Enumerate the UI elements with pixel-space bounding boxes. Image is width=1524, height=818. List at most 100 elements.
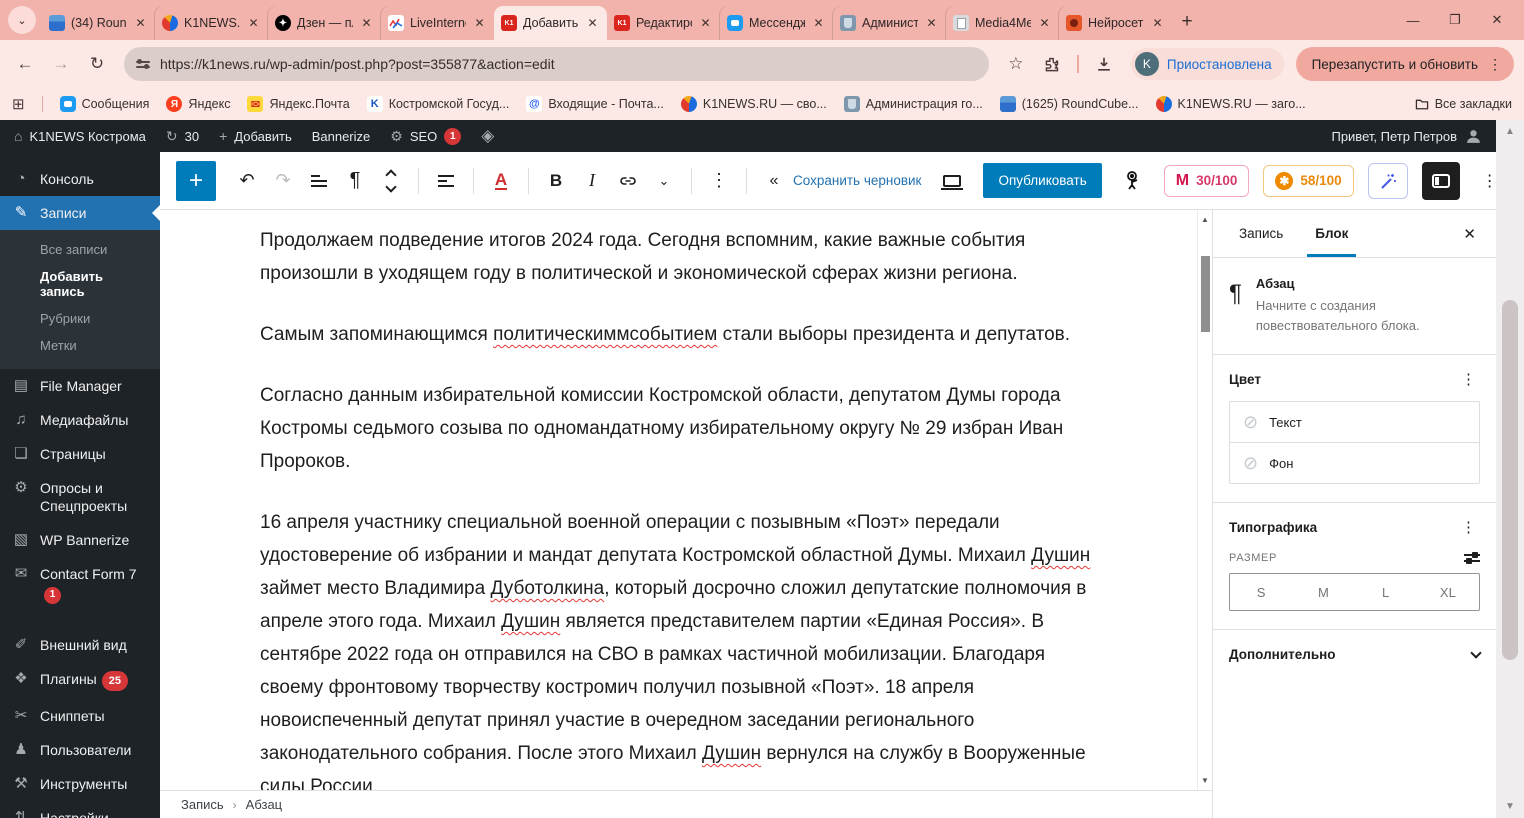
browser-menu-icon[interactable]: ⋮: [1488, 56, 1502, 73]
scroll-down-icon[interactable]: ▼: [1496, 801, 1524, 812]
bookmark-item-5[interactable]: @ Входящие - Почта...: [526, 96, 664, 112]
background-color-row[interactable]: ⊘ Фон: [1230, 442, 1479, 483]
bookmark-item-2[interactable]: Я Яндекс: [166, 96, 230, 112]
publish-button[interactable]: Опубликовать: [983, 163, 1102, 198]
tab-close-icon[interactable]: ✕: [133, 16, 148, 30]
all-bookmarks-button[interactable]: Все закладки: [1415, 97, 1512, 111]
font-size-m[interactable]: M: [1292, 574, 1354, 610]
browser-tab-9[interactable]: Media4Me ✕: [946, 6, 1059, 40]
align-icon[interactable]: [429, 163, 463, 199]
settings-panel-toggle[interactable]: [1421, 161, 1460, 200]
browser-tab-2[interactable]: K1NEWS.R ✕: [155, 6, 268, 40]
scrollbar-thumb[interactable]: [1502, 300, 1518, 660]
size-settings-icon[interactable]: [1464, 552, 1480, 565]
bookmark-item-6[interactable]: K1NEWS.RU — сво...: [680, 96, 827, 112]
sidebar-item-страницы[interactable]: ❏ Страницы: [0, 437, 160, 471]
site-controls-icon[interactable]: [136, 58, 150, 69]
browser-tab-3[interactable]: ✦ Дзен — пл ✕: [268, 6, 381, 40]
paragraph-block-icon[interactable]: ¶: [338, 163, 372, 199]
sidebar-item-пользователи[interactable]: ♟ Пользователи: [0, 733, 160, 767]
post-content[interactable]: Продолжаем подведение итогов 2024 года. …: [160, 210, 1197, 790]
bookmark-item-9[interactable]: K1NEWS.RU — заго...: [1155, 96, 1306, 112]
close-icon[interactable]: ✕: [1453, 225, 1486, 243]
sidebar-item-плагины[interactable]: ❖ Плагины 25: [0, 662, 160, 699]
font-size-xl[interactable]: XL: [1417, 574, 1479, 610]
submenu-item-метки[interactable]: Метки: [0, 332, 160, 359]
profile-chip[interactable]: K Приостановлена: [1130, 48, 1284, 80]
diamond-icon[interactable]: ◈: [481, 126, 494, 146]
sidebar-item-contact-form-7[interactable]: ✉ Contact Form 71: [0, 557, 160, 612]
sidebar-item-wp-bannerize[interactable]: ▧ WP Bannerize: [0, 523, 160, 557]
document-overview-icon[interactable]: [302, 163, 336, 199]
magic-wand-button[interactable]: [1367, 162, 1408, 199]
sidebar-item-сниппеты[interactable]: ✂ Сниппеты: [0, 699, 160, 733]
tab-close-icon[interactable]: ✕: [924, 16, 939, 30]
more-formatting-chevron-icon[interactable]: ⌄: [647, 163, 681, 199]
browser-tab-6[interactable]: K1 Редактиро ✕: [607, 6, 720, 40]
font-size-l[interactable]: L: [1355, 574, 1417, 610]
tab-close-icon[interactable]: ✕: [472, 16, 487, 30]
scroll-up-icon[interactable]: ▲: [1198, 215, 1212, 224]
bookmark-item-8[interactable]: (1625) RoundCube...: [999, 96, 1139, 112]
sidebar-item-консоль[interactable]: ◔ Консоль: [0, 162, 160, 196]
color-options-icon[interactable]: ⋮: [1457, 370, 1480, 388]
tab-close-icon[interactable]: ✕: [246, 16, 261, 30]
browser-tab-4[interactable]: LiveInterne ✕: [381, 6, 494, 40]
restore-button[interactable]: ❐: [1434, 12, 1476, 28]
save-draft-button[interactable]: Сохранить черновик: [793, 173, 921, 188]
link-icon[interactable]: [611, 163, 645, 199]
sidebar-item-медиафайлы[interactable]: ♫ Медиафайлы: [0, 403, 160, 437]
sidebar-item-инструменты[interactable]: ⚒ Инструменты: [0, 767, 160, 801]
redo-icon[interactable]: ↷: [266, 163, 300, 199]
submenu-item-все-записи[interactable]: Все записи: [0, 236, 160, 263]
sidebar-item-внешний-вид[interactable]: ✐ Внешний вид: [0, 628, 160, 662]
sidebar-item-file-manager[interactable]: ▤ File Manager: [0, 369, 160, 403]
text-color-icon[interactable]: A: [484, 163, 518, 199]
url-text[interactable]: https://k1news.ru/wp-admin/post.php?post…: [160, 56, 555, 72]
browser-tab-8[interactable]: Админист ✕: [833, 6, 946, 40]
move-block-icon[interactable]: [374, 163, 408, 199]
browser-tab-1[interactable]: (34) Round ✕: [42, 6, 155, 40]
scroll-up-icon[interactable]: ▲: [1496, 126, 1524, 137]
typography-options-icon[interactable]: ⋮: [1457, 518, 1480, 536]
back-icon[interactable]: ←: [10, 49, 40, 79]
tab-close-icon[interactable]: ✕: [585, 16, 600, 30]
minimize-button[interactable]: —: [1392, 13, 1434, 28]
sidebar-item-опросы-и-спецпроекты[interactable]: ⚙ Опросы и Спецпроекты: [0, 471, 160, 523]
paragraph-2[interactable]: Самым запоминающимся политическиммсобыти…: [260, 318, 1098, 351]
address-bar[interactable]: https://k1news.ru/wp-admin/post.php?post…: [124, 47, 989, 81]
bold-icon[interactable]: B: [539, 163, 573, 199]
admin-bar-account[interactable]: Привет, Петр Петров: [1331, 128, 1482, 145]
browser-tab-7[interactable]: Мессендж ✕: [720, 6, 833, 40]
restart-update-button[interactable]: Перезапустить и обновить ⋮: [1295, 47, 1514, 81]
spyglass-person-icon[interactable]: [1116, 163, 1150, 199]
extensions-puzzle-icon[interactable]: [1037, 49, 1067, 79]
browser-tab-10[interactable]: Нейросет ✕: [1059, 6, 1172, 40]
browser-tab-5[interactable]: K1 Добавить ✕: [494, 6, 607, 40]
submenu-item-добавить-запись[interactable]: Добавить запись: [0, 263, 160, 305]
admin-bar-seo[interactable]: ⚙ SEO 1: [390, 127, 462, 145]
tab-close-icon[interactable]: ✕: [1037, 16, 1052, 30]
scroll-down-icon[interactable]: ▼: [1198, 776, 1212, 785]
paragraph-1[interactable]: Продолжаем подведение итогов 2024 года. …: [260, 224, 1098, 290]
seo-score-badge[interactable]: ✱ 58/100: [1263, 164, 1354, 197]
bookmark-item-1[interactable]: Сообщения: [59, 96, 149, 112]
breadcrumb-post[interactable]: Запись: [181, 797, 224, 812]
admin-bar-updates[interactable]: ↻ 30: [166, 128, 199, 145]
block-inserter-button[interactable]: +: [176, 160, 216, 201]
reload-icon[interactable]: ↻: [82, 49, 112, 79]
undo-icon[interactable]: ↶: [230, 163, 264, 199]
font-size-s[interactable]: S: [1230, 574, 1292, 610]
close-button[interactable]: ✕: [1476, 12, 1518, 28]
forward-icon[interactable]: →: [46, 49, 76, 79]
new-tab-button[interactable]: +: [1172, 11, 1202, 33]
collapse-toolbar-icon[interactable]: «: [757, 163, 791, 199]
text-color-row[interactable]: ⊘ Текст: [1230, 402, 1479, 442]
tab-close-icon[interactable]: ✕: [1150, 16, 1165, 30]
content-scrollbar[interactable]: ▲ ▼: [1197, 210, 1212, 790]
block-options-icon[interactable]: ⋮: [702, 163, 736, 199]
window-scrollbar[interactable]: ▲ ▼: [1496, 120, 1524, 818]
advanced-section[interactable]: Дополнительно: [1213, 630, 1496, 679]
bookmark-item-7[interactable]: Администрация го...: [843, 96, 983, 112]
bookmark-item-3[interactable]: ✉ Яндекс.Почта: [247, 96, 350, 112]
